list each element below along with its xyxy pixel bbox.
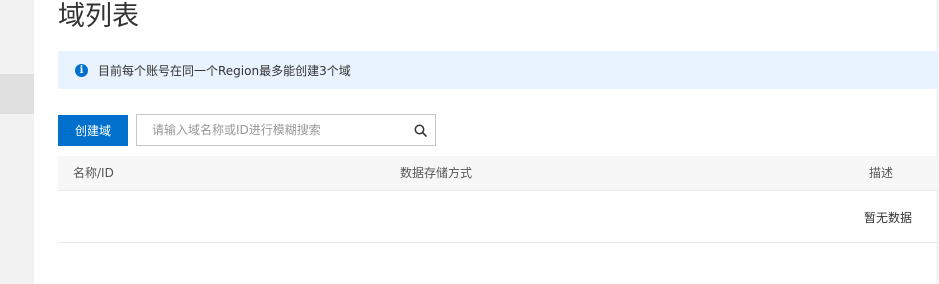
info-notice: i 目前每个账号在同一个Region最多能创建3个域 — [58, 51, 938, 89]
domain-table: 名称/ID 数据存储方式 描述 暂无数据 — [58, 156, 938, 243]
search-input[interactable] — [137, 115, 405, 145]
notice-text: 目前每个账号在同一个Region最多能创建3个域 — [98, 63, 351, 78]
page-title: 域列表 — [58, 1, 139, 32]
create-domain-button[interactable]: 创建域 — [58, 115, 128, 146]
column-header-name-id: 名称/ID — [73, 166, 114, 180]
table-header: 名称/ID 数据存储方式 描述 — [58, 156, 938, 191]
sidebar — [0, 0, 34, 284]
empty-state-text: 暂无数据 — [864, 211, 913, 225]
search-icon[interactable] — [405, 115, 435, 145]
column-header-description: 描述 — [869, 166, 894, 180]
search-box — [136, 114, 436, 146]
table-body: 暂无数据 — [58, 191, 938, 243]
column-header-storage: 数据存储方式 — [400, 166, 473, 180]
sidebar-item-selected[interactable] — [0, 74, 34, 114]
info-icon: i — [75, 63, 88, 77]
